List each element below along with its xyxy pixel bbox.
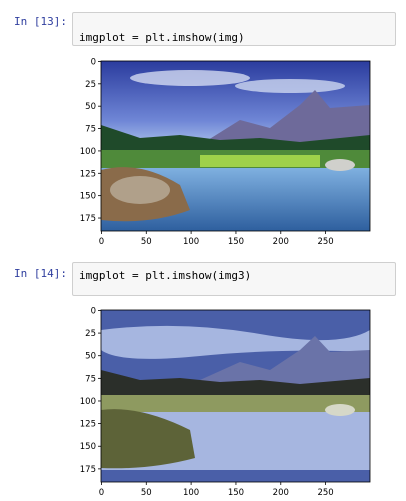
code-line: imgplot = plt.imshow(img3) xyxy=(79,269,252,282)
y-tick-label: 100 xyxy=(80,147,96,157)
y-tick-label: 75 xyxy=(85,374,96,384)
x-tick-label: 100 xyxy=(183,488,199,498)
x-tick-label: 250 xyxy=(317,237,333,247)
y-tick-label: 125 xyxy=(80,420,96,430)
x-tick-label: 0 xyxy=(99,488,104,498)
landscape-image-quantized xyxy=(101,310,370,482)
y-tick-label: 175 xyxy=(80,465,96,475)
y-tick-label: 0 xyxy=(91,306,96,316)
code-input[interactable]: imgplot = plt.imshow(img3) xyxy=(72,262,396,296)
x-tick-label: 50 xyxy=(141,488,152,498)
y-tick-label: 175 xyxy=(80,214,96,224)
y-tick-label: 25 xyxy=(85,80,96,90)
y-tick-label: 150 xyxy=(80,192,96,202)
y-tick-label: 100 xyxy=(80,397,96,407)
y-tick-label: 75 xyxy=(85,125,96,135)
y-tick-label: 150 xyxy=(80,442,96,452)
cell-prompt: In [14]: xyxy=(14,267,67,280)
x-tick-label: 250 xyxy=(317,488,333,498)
code-line: imgplot = plt.imshow(img) xyxy=(79,31,245,44)
y-tick-label: 50 xyxy=(85,102,96,112)
x-tick-label: 100 xyxy=(183,237,199,247)
x-tick-label: 150 xyxy=(228,237,244,247)
image-plot-original: 0 50 100 150 200 250 0 25 50 75 100 125 150 175 xyxy=(80,57,371,247)
y-tick-label: 25 xyxy=(85,329,96,339)
x-tick-label: 200 xyxy=(273,488,289,498)
y-tick-label: 125 xyxy=(80,169,96,179)
x-tick-label: 0 xyxy=(99,237,104,247)
y-tick-label: 50 xyxy=(85,352,96,362)
landscape-image xyxy=(101,61,370,231)
code-input[interactable]: imgplot = plt.imshow(img) xyxy=(72,12,396,46)
x-tick-label: 150 xyxy=(228,488,244,498)
cell-prompt: In [13]: xyxy=(14,15,67,28)
y-tick-label: 0 xyxy=(91,57,96,67)
x-tick-label: 200 xyxy=(273,237,289,247)
image-plot-quantized: 0 50 100 150 200 250 0 25 50 75 100 125 150 175 xyxy=(80,306,371,498)
x-tick-label: 50 xyxy=(141,237,152,247)
